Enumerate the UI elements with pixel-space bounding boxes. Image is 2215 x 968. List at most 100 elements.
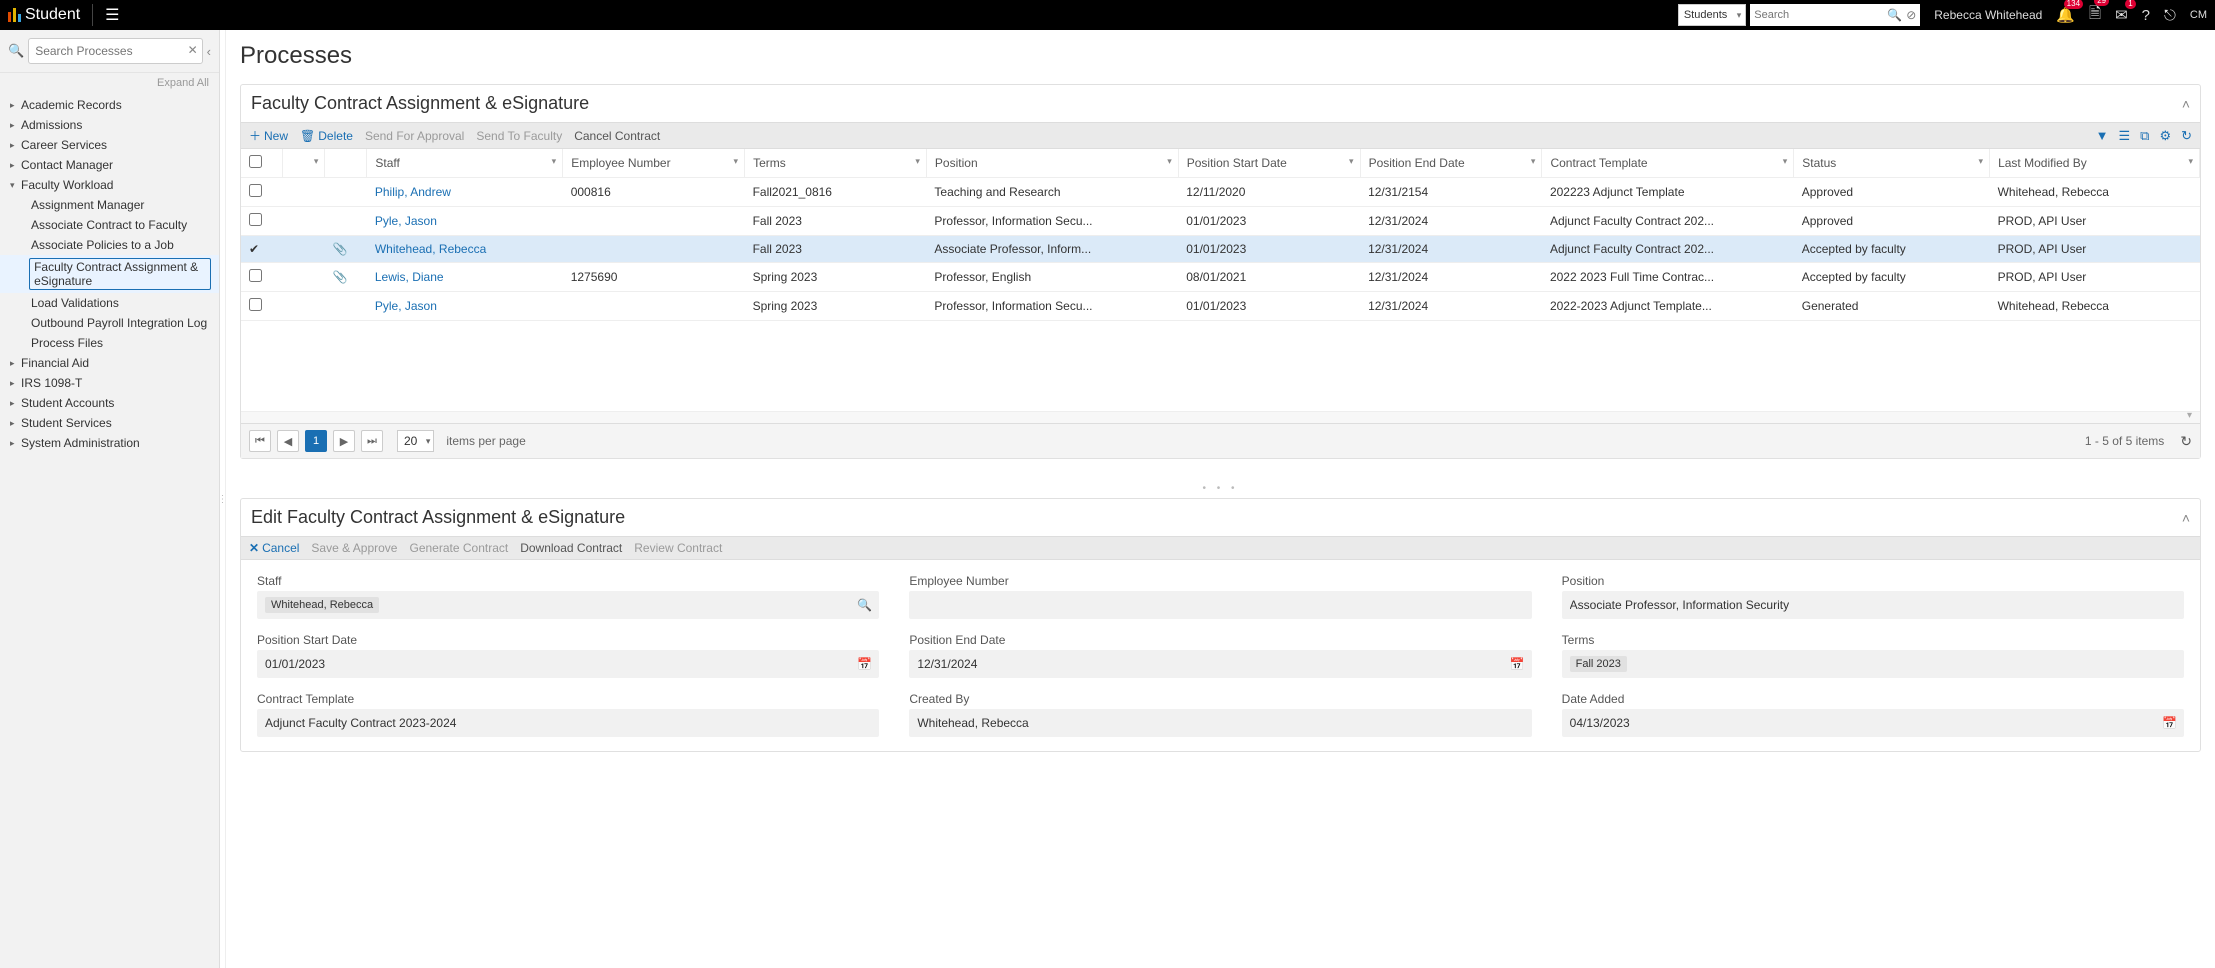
avatar[interactable]: CM: [2190, 9, 2207, 21]
search-icon[interactable]: 🔍: [857, 598, 872, 612]
search-scope-select[interactable]: Students ▾: [1678, 4, 1746, 26]
doc-icon[interactable]: 🗎29: [2089, 3, 2101, 28]
calendar-icon[interactable]: 📅: [2162, 716, 2177, 730]
nav-subitem[interactable]: Assignment Manager: [0, 195, 219, 215]
staff-link[interactable]: Philip, Andrew: [375, 185, 451, 199]
row-attach[interactable]: 📎: [325, 236, 367, 263]
nav-item[interactable]: ▸Student Services: [0, 413, 219, 433]
columns-icon[interactable]: ☰: [2118, 128, 2130, 144]
new-button[interactable]: ＋New: [249, 127, 288, 144]
attachment-icon[interactable]: 📎: [333, 242, 348, 256]
row-check[interactable]: [241, 263, 283, 292]
row-checkbox[interactable]: [249, 269, 262, 282]
grid-col-header[interactable]: Position End Date▾: [1360, 149, 1542, 178]
createdby-input[interactable]: [909, 709, 1531, 737]
bell-icon[interactable]: 🔔134: [2056, 6, 2075, 24]
position-input[interactable]: [1562, 591, 2184, 619]
nav-item[interactable]: ▸System Administration: [0, 433, 219, 453]
nav-subitem[interactable]: Faculty Contract Assignment & eSignature: [0, 255, 219, 293]
row-checkbox[interactable]: [249, 184, 262, 197]
sidebar-search-wrap[interactable]: ✕: [28, 38, 202, 64]
nav-item[interactable]: ▸Financial Aid: [0, 353, 219, 373]
collapse-panel-icon[interactable]: ˄: [2182, 96, 2190, 112]
end-input[interactable]: 📅: [909, 650, 1531, 678]
pager-first[interactable]: ⏮: [249, 430, 271, 452]
nav-item[interactable]: ▸Student Accounts: [0, 393, 219, 413]
clear-icon[interactable]: ✕: [188, 43, 198, 57]
row-check[interactable]: [241, 178, 283, 207]
nav-item[interactable]: ▸Career Services: [0, 135, 219, 155]
attachment-icon[interactable]: 📎: [333, 270, 348, 284]
grid-col-header[interactable]: Status▾: [1794, 149, 1990, 178]
col-check[interactable]: [241, 149, 283, 178]
panel-splitter[interactable]: • • •: [240, 479, 2201, 498]
row-check[interactable]: [241, 292, 283, 321]
pager-prev[interactable]: ◀: [277, 430, 299, 452]
help-icon[interactable]: ?: [2142, 7, 2150, 24]
nav-subitem[interactable]: Associate Contract to Faculty: [0, 215, 219, 235]
table-row[interactable]: ✔📎Whitehead, RebeccaFall 2023Associate P…: [241, 236, 2200, 263]
table-row[interactable]: Pyle, JasonSpring 2023Professor, Informa…: [241, 292, 2200, 321]
grid-col-header[interactable]: Staff▾: [367, 149, 563, 178]
row-checkbox[interactable]: [249, 213, 262, 226]
menu-toggle-icon[interactable]: ☰: [105, 5, 119, 25]
pager-last[interactable]: ⏭: [361, 430, 383, 452]
nav-item[interactable]: ▸Academic Records: [0, 95, 219, 115]
staff-input[interactable]: Whitehead, Rebecca 🔍: [257, 591, 879, 619]
row-check[interactable]: ✔: [241, 236, 283, 263]
calendar-icon[interactable]: 📅: [1510, 657, 1525, 671]
grid-col-header[interactable]: Position Start Date▾: [1178, 149, 1360, 178]
global-search-input[interactable]: [1754, 9, 1874, 21]
search-clear-icon[interactable]: ⊘: [1906, 8, 1916, 22]
nav-subitem[interactable]: Outbound Payroll Integration Log: [0, 313, 219, 333]
terms-input[interactable]: Fall 2023: [1562, 650, 2184, 678]
collapse-panel-icon[interactable]: ˄: [2182, 510, 2190, 526]
export-icon[interactable]: ⧉: [2140, 128, 2149, 144]
emp-input[interactable]: [909, 591, 1531, 619]
term-chip[interactable]: Fall 2023: [1570, 656, 1627, 672]
table-row[interactable]: Philip, Andrew000816Fall2021_0816Teachin…: [241, 178, 2200, 207]
row-check[interactable]: [241, 207, 283, 236]
refresh-icon[interactable]: ↻: [2181, 128, 2192, 144]
template-input[interactable]: [257, 709, 879, 737]
download-contract-button[interactable]: Download Contract: [520, 541, 622, 555]
nav-subitem[interactable]: Process Files: [0, 333, 219, 353]
dateadded-input[interactable]: 📅: [1562, 709, 2184, 737]
nav-item[interactable]: ▾Faculty Workload: [0, 175, 219, 195]
pager-refresh-icon[interactable]: ↻: [2180, 433, 2192, 450]
staff-link[interactable]: Lewis, Diane: [375, 270, 444, 284]
calendar-icon[interactable]: 📅: [857, 657, 872, 671]
select-all-checkbox[interactable]: [249, 155, 262, 168]
filter-icon[interactable]: ▼: [2096, 128, 2109, 144]
grid-col-header[interactable]: Contract Template▾: [1542, 149, 1794, 178]
grid-col-header[interactable]: Position▾: [926, 149, 1178, 178]
nav-item[interactable]: ▸Admissions: [0, 115, 219, 135]
delete-button[interactable]: 🗑Delete: [300, 129, 353, 143]
staff-link[interactable]: Pyle, Jason: [375, 299, 437, 313]
pager-next[interactable]: ▶: [333, 430, 355, 452]
staff-link[interactable]: Pyle, Jason: [375, 214, 437, 228]
table-row[interactable]: 📎Lewis, Diane1275690Spring 2023Professor…: [241, 263, 2200, 292]
cancel-button[interactable]: ✕Cancel: [249, 541, 299, 555]
grid-col-header[interactable]: Last Modified By▾: [1990, 149, 2200, 178]
nav-subitem[interactable]: Associate Policies to a Job: [0, 235, 219, 255]
grid-col-header[interactable]: Employee Number▾: [563, 149, 745, 178]
row-checkbox[interactable]: [249, 298, 262, 311]
username-label[interactable]: Rebecca Whitehead: [1934, 8, 2042, 22]
pager-page[interactable]: 1: [305, 430, 327, 452]
global-search[interactable]: 🔍 ⊘: [1750, 4, 1920, 26]
nav-item[interactable]: ▸Contact Manager: [0, 155, 219, 175]
sidebar-search-input[interactable]: [29, 39, 201, 63]
start-input[interactable]: 📅: [257, 650, 879, 678]
mail-icon[interactable]: ✉1: [2115, 6, 2128, 24]
grid-col-header[interactable]: Terms▾: [745, 149, 927, 178]
logout-icon[interactable]: ⎋: [2164, 7, 2176, 24]
search-icon[interactable]: 🔍: [1887, 8, 1902, 22]
staff-chip[interactable]: Whitehead, Rebecca: [265, 597, 379, 613]
staff-link[interactable]: Whitehead, Rebecca: [375, 242, 486, 256]
expand-all-link[interactable]: Expand All: [0, 73, 219, 93]
cancel-contract-button[interactable]: Cancel Contract: [574, 129, 660, 143]
grid-expand-bar[interactable]: [241, 411, 2200, 423]
pager-size-select[interactable]: 20▾: [397, 430, 434, 452]
col-expand[interactable]: ▾: [283, 149, 325, 178]
